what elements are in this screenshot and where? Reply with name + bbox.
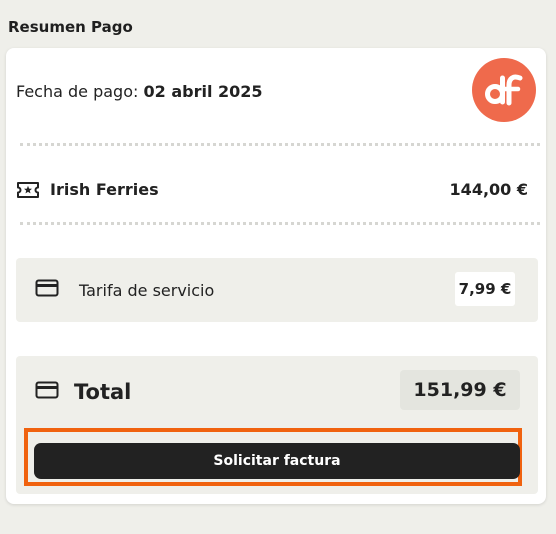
request-invoice-button[interactable]: Solicitar factura (34, 443, 520, 479)
line-item-row: Irish Ferries 144,00 € (16, 180, 528, 199)
credit-card-icon (35, 381, 59, 399)
service-fee-label: Tarifa de servicio (79, 281, 215, 300)
payment-summary-card: Fecha de pago: 02 abril 2025 Irish Ferri… (6, 48, 546, 504)
line-item-price: 144,00 € (449, 180, 528, 199)
service-fee-box: Tarifa de servicio 7,99 € (16, 258, 538, 322)
payment-date-value: 02 abril 2025 (143, 82, 263, 101)
line-item-name: Irish Ferries (50, 180, 159, 199)
total-price: 151,99 € (400, 370, 520, 410)
service-fee-price: 7,99 € (455, 272, 515, 306)
brand-logo (472, 58, 536, 122)
dotted-divider (20, 222, 540, 225)
section-title: Resumen Pago (8, 18, 133, 36)
payment-date-label: Fecha de pago: (16, 82, 139, 101)
credit-card-icon (35, 279, 59, 297)
logo-df-mark (485, 74, 523, 106)
ticket-icon (16, 181, 40, 199)
total-label: Total (74, 380, 132, 404)
dotted-divider (20, 143, 540, 146)
payment-date: Fecha de pago: 02 abril 2025 (16, 82, 263, 101)
